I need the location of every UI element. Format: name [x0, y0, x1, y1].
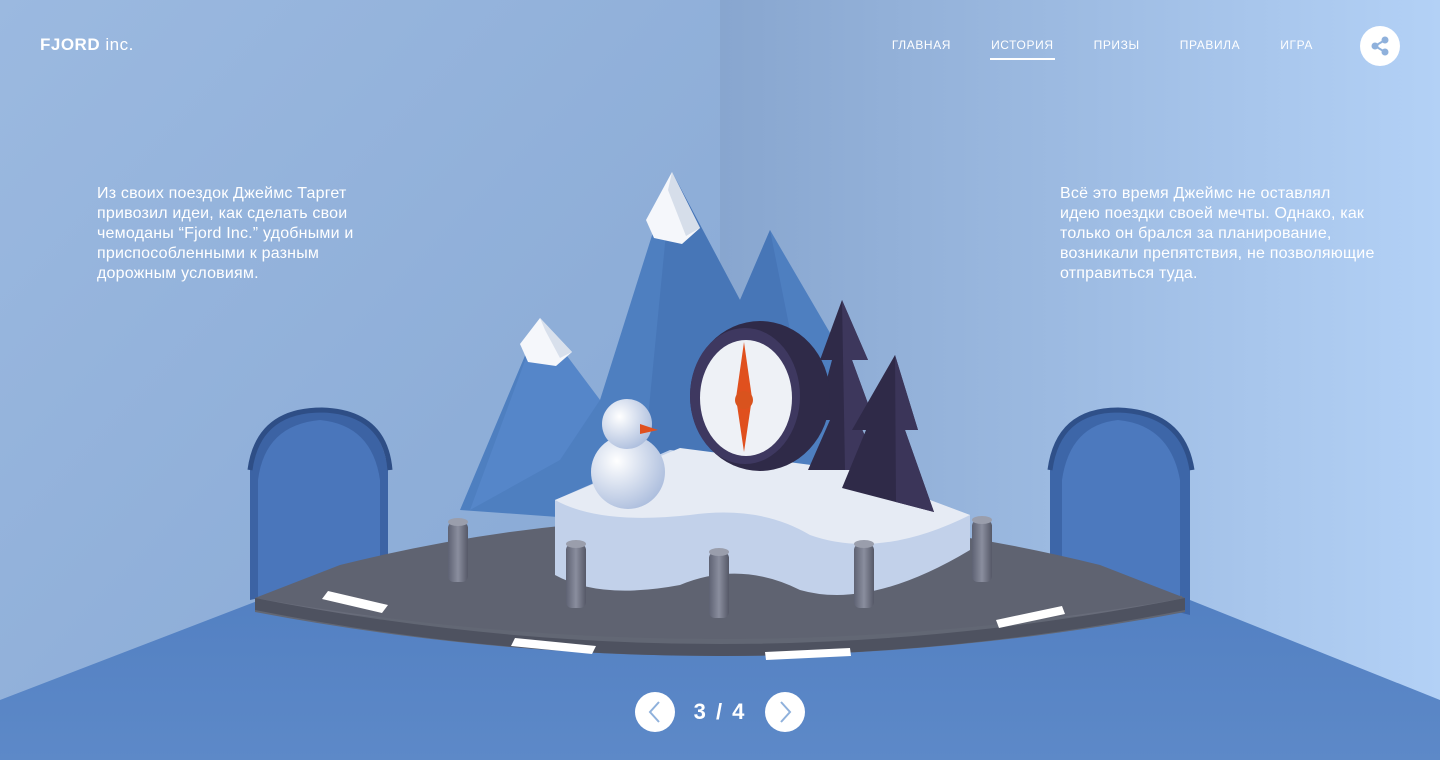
logo[interactable]: FJORD inc.	[40, 35, 134, 55]
prev-slide-button[interactable]	[635, 692, 675, 732]
share-button[interactable]	[1360, 26, 1400, 66]
nav-item-history[interactable]: ИСТОРИЯ	[990, 38, 1055, 60]
nav-item-prizes[interactable]: ПРИЗЫ	[1094, 38, 1140, 60]
story-text-right: Всё это время Джеймс не оставлял идею по…	[1060, 185, 1375, 282]
logo-suffix: inc.	[105, 35, 134, 54]
next-slide-button[interactable]	[765, 692, 805, 732]
diorama-illustration	[0, 0, 1440, 760]
slide-pager: 3 / 4	[635, 692, 805, 732]
chevron-left-icon	[648, 701, 660, 723]
logo-main: FJORD	[40, 35, 101, 54]
chevron-right-icon	[780, 701, 792, 723]
nav-item-game[interactable]: ИГРА	[1280, 38, 1313, 60]
story-text-left: Из своих поездок Джеймс Таргет привозил …	[97, 185, 354, 282]
nav-item-rules[interactable]: ПРАВИЛА	[1180, 38, 1241, 60]
site-header: FJORD inc. ГЛАВНАЯ ИСТОРИЯ ПРИЗЫ ПРАВИЛА…	[0, 0, 1440, 92]
slide-counter: 3 / 4	[693, 699, 747, 724]
nav-item-home[interactable]: ГЛАВНАЯ	[892, 38, 951, 60]
share-icon	[1371, 36, 1389, 56]
compass	[690, 321, 830, 471]
main-nav: ГЛАВНАЯ ИСТОРИЯ ПРИЗЫ ПРАВИЛА ИГРА	[892, 38, 1313, 60]
